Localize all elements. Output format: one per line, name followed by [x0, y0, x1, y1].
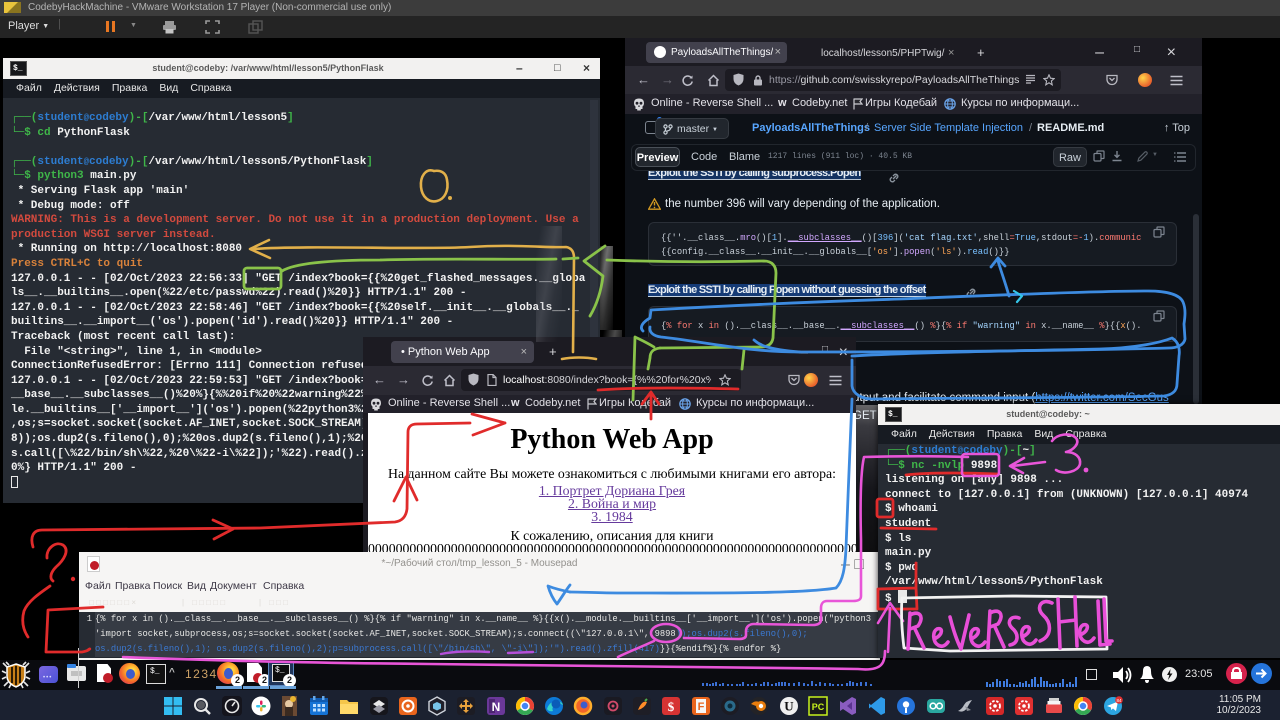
svg-text:84: 84	[1116, 698, 1122, 703]
svg-text:U: U	[784, 699, 794, 714]
svg-text:PC: PC	[812, 702, 825, 712]
svg-text:$: $	[668, 699, 675, 714]
svg-text:F: F	[698, 701, 705, 713]
svg-text:N: N	[492, 700, 501, 714]
